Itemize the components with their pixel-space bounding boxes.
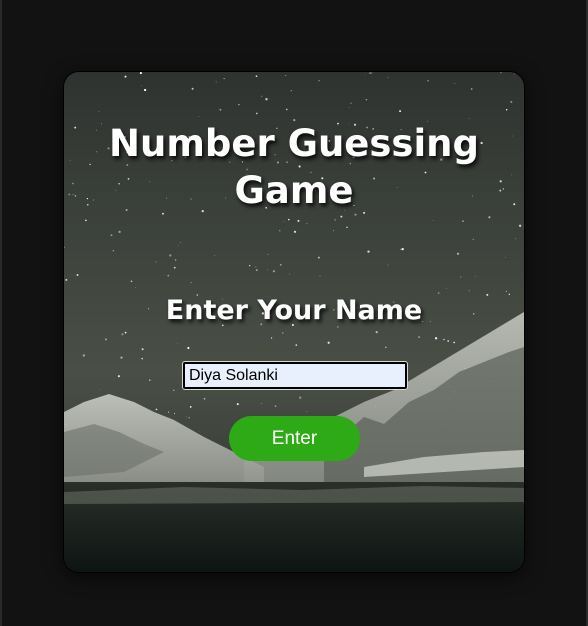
- player-name-input[interactable]: [182, 361, 408, 390]
- window-edge-left: [0, 0, 2, 626]
- enter-button[interactable]: Enter: [229, 416, 360, 461]
- game-title: Number Guessing Game: [109, 122, 479, 212]
- game-card: Number Guessing Game Enter Your Name Ent…: [63, 71, 525, 573]
- enter-name-heading: Enter Your Name: [165, 295, 423, 326]
